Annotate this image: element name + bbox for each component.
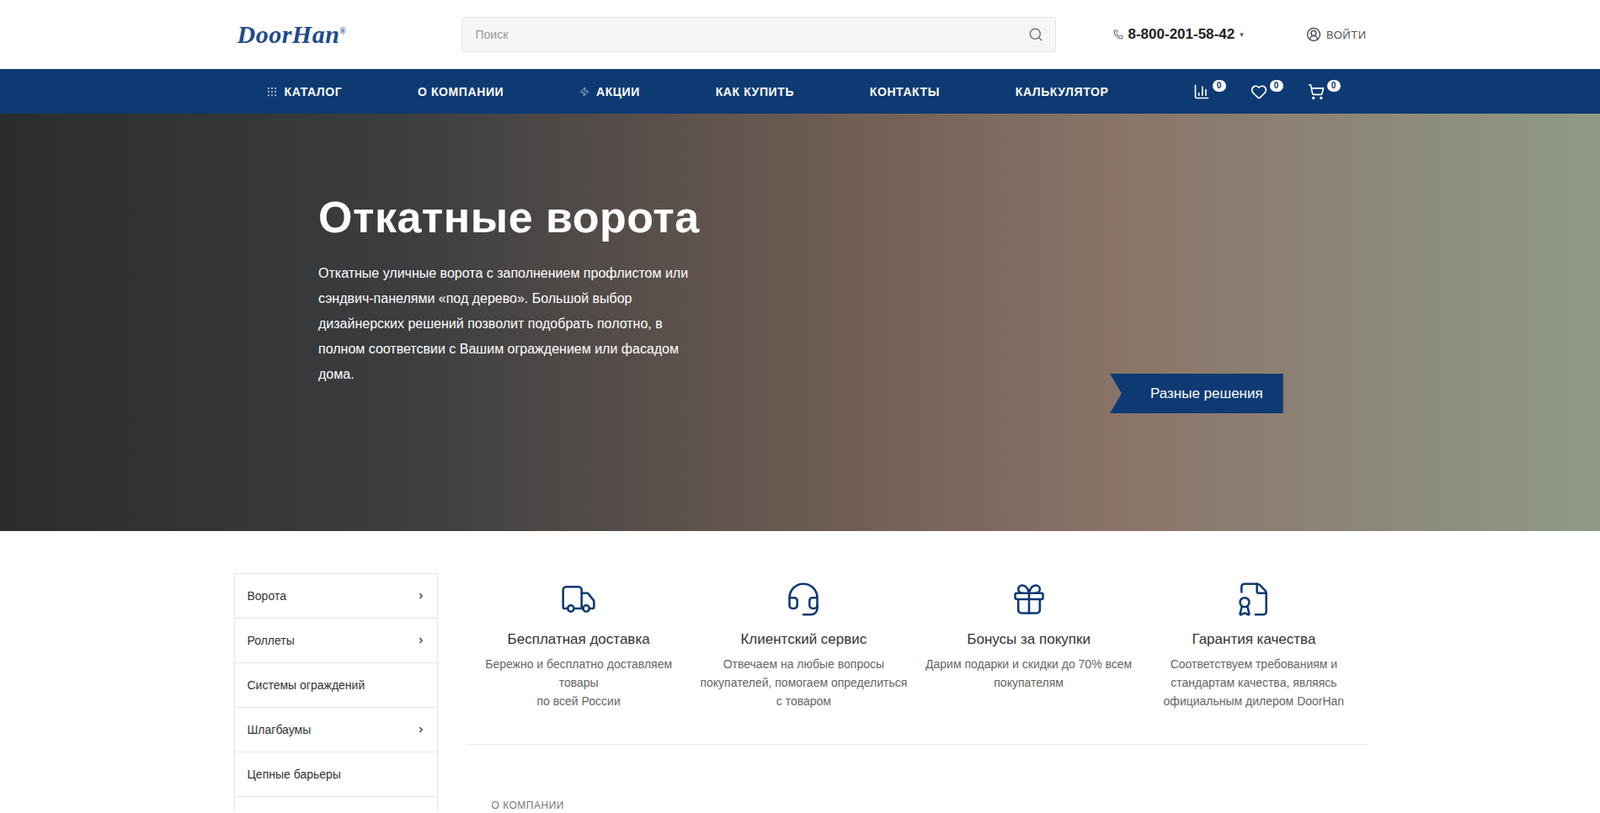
logo[interactable]: DoorHan® [234,20,462,49]
nav-item[interactable]: КАТАЛОГ [266,85,343,99]
cart-button[interactable]: 0 [1307,83,1342,101]
phone-icon [1113,29,1124,40]
chevron-icon [416,636,426,646]
chevron-icon [416,725,426,735]
feature-card: Клиентский сервисОтвечаем на любые вопро… [691,581,917,711]
headset-icon [784,581,822,619]
catalog-sidebar: ВоротаРоллетыСистемы огражденийШлагбаумы… [234,573,438,812]
grid-icon [266,85,278,98]
sidebar-item[interactable]: Шлагбаумы [234,708,438,753]
hero-title: Откатные ворота [318,192,1600,243]
phone[interactable]: 8-800-201-58-42▾ [1113,26,1244,43]
hero-slider: Откатные ворота Откатные уличные ворота с… [0,113,1600,532]
hero-text: Откатные уличные ворота с заполнением пр… [318,261,698,388]
user-icon [1306,26,1322,43]
search-field[interactable]: Поиск [461,16,1056,53]
nav-item[interactable]: АКЦИИ [579,85,640,99]
hero-badge: Разные решения [1109,373,1284,414]
sidebar-item[interactable]: Роллеты [234,618,438,664]
header: DoorHan®Поиск 8-800-201-58-42▾ ВОЙТИ [0,0,1600,70]
compare-button[interactable]: 0 [1193,83,1227,101]
heart-icon [1250,83,1268,101]
nav-item[interactable]: О КОМПАНИИ [417,85,504,99]
count-badge: 0 [1269,80,1284,92]
main-nav: КАТАЛОГ О КОМПАНИИ АКЦИИ КАК КУПИТЬ КОНТАКТЫ… [0,69,1600,114]
features: Бесплатная доставкаБережно и бесплатно д… [466,573,1367,746]
feature-card: Гарантия качестваСоответствуем требовани… [1141,581,1366,711]
sidebar-item[interactable]: Ворота [234,574,438,619]
count-badge: 0 [1212,80,1227,92]
feature-card: Бесплатная доставкаБережно и бесплатно д… [466,581,692,711]
count-badge: 0 [1327,80,1341,92]
compare-icon [1193,83,1211,101]
about-label: О КОМПАНИИ [466,800,1367,812]
chevron-icon [416,592,426,601]
login-button[interactable]: ВОЙТИ [1306,26,1366,43]
favorites-button[interactable]: 0 [1250,83,1285,101]
nav-item[interactable]: КАЛЬКУЛЯТОР [1015,85,1110,99]
certificate-icon [1235,581,1273,619]
bolt-icon [579,86,590,97]
cart-icon [1307,83,1325,101]
sidebar-item[interactable]: Системы ограждений [234,663,438,709]
search-icon[interactable] [1028,26,1044,43]
nav-item[interactable]: КАК КУПИТЬ [715,85,795,99]
sidebar-item[interactable]: Цепные барьеры [234,752,438,798]
feature-card: Бонусы за покупкиДарим подарки и скидки … [916,581,1142,711]
gift-icon [1010,581,1048,619]
truck-icon [560,581,598,619]
nav-item[interactable]: КОНТАКТЫ [869,85,940,99]
